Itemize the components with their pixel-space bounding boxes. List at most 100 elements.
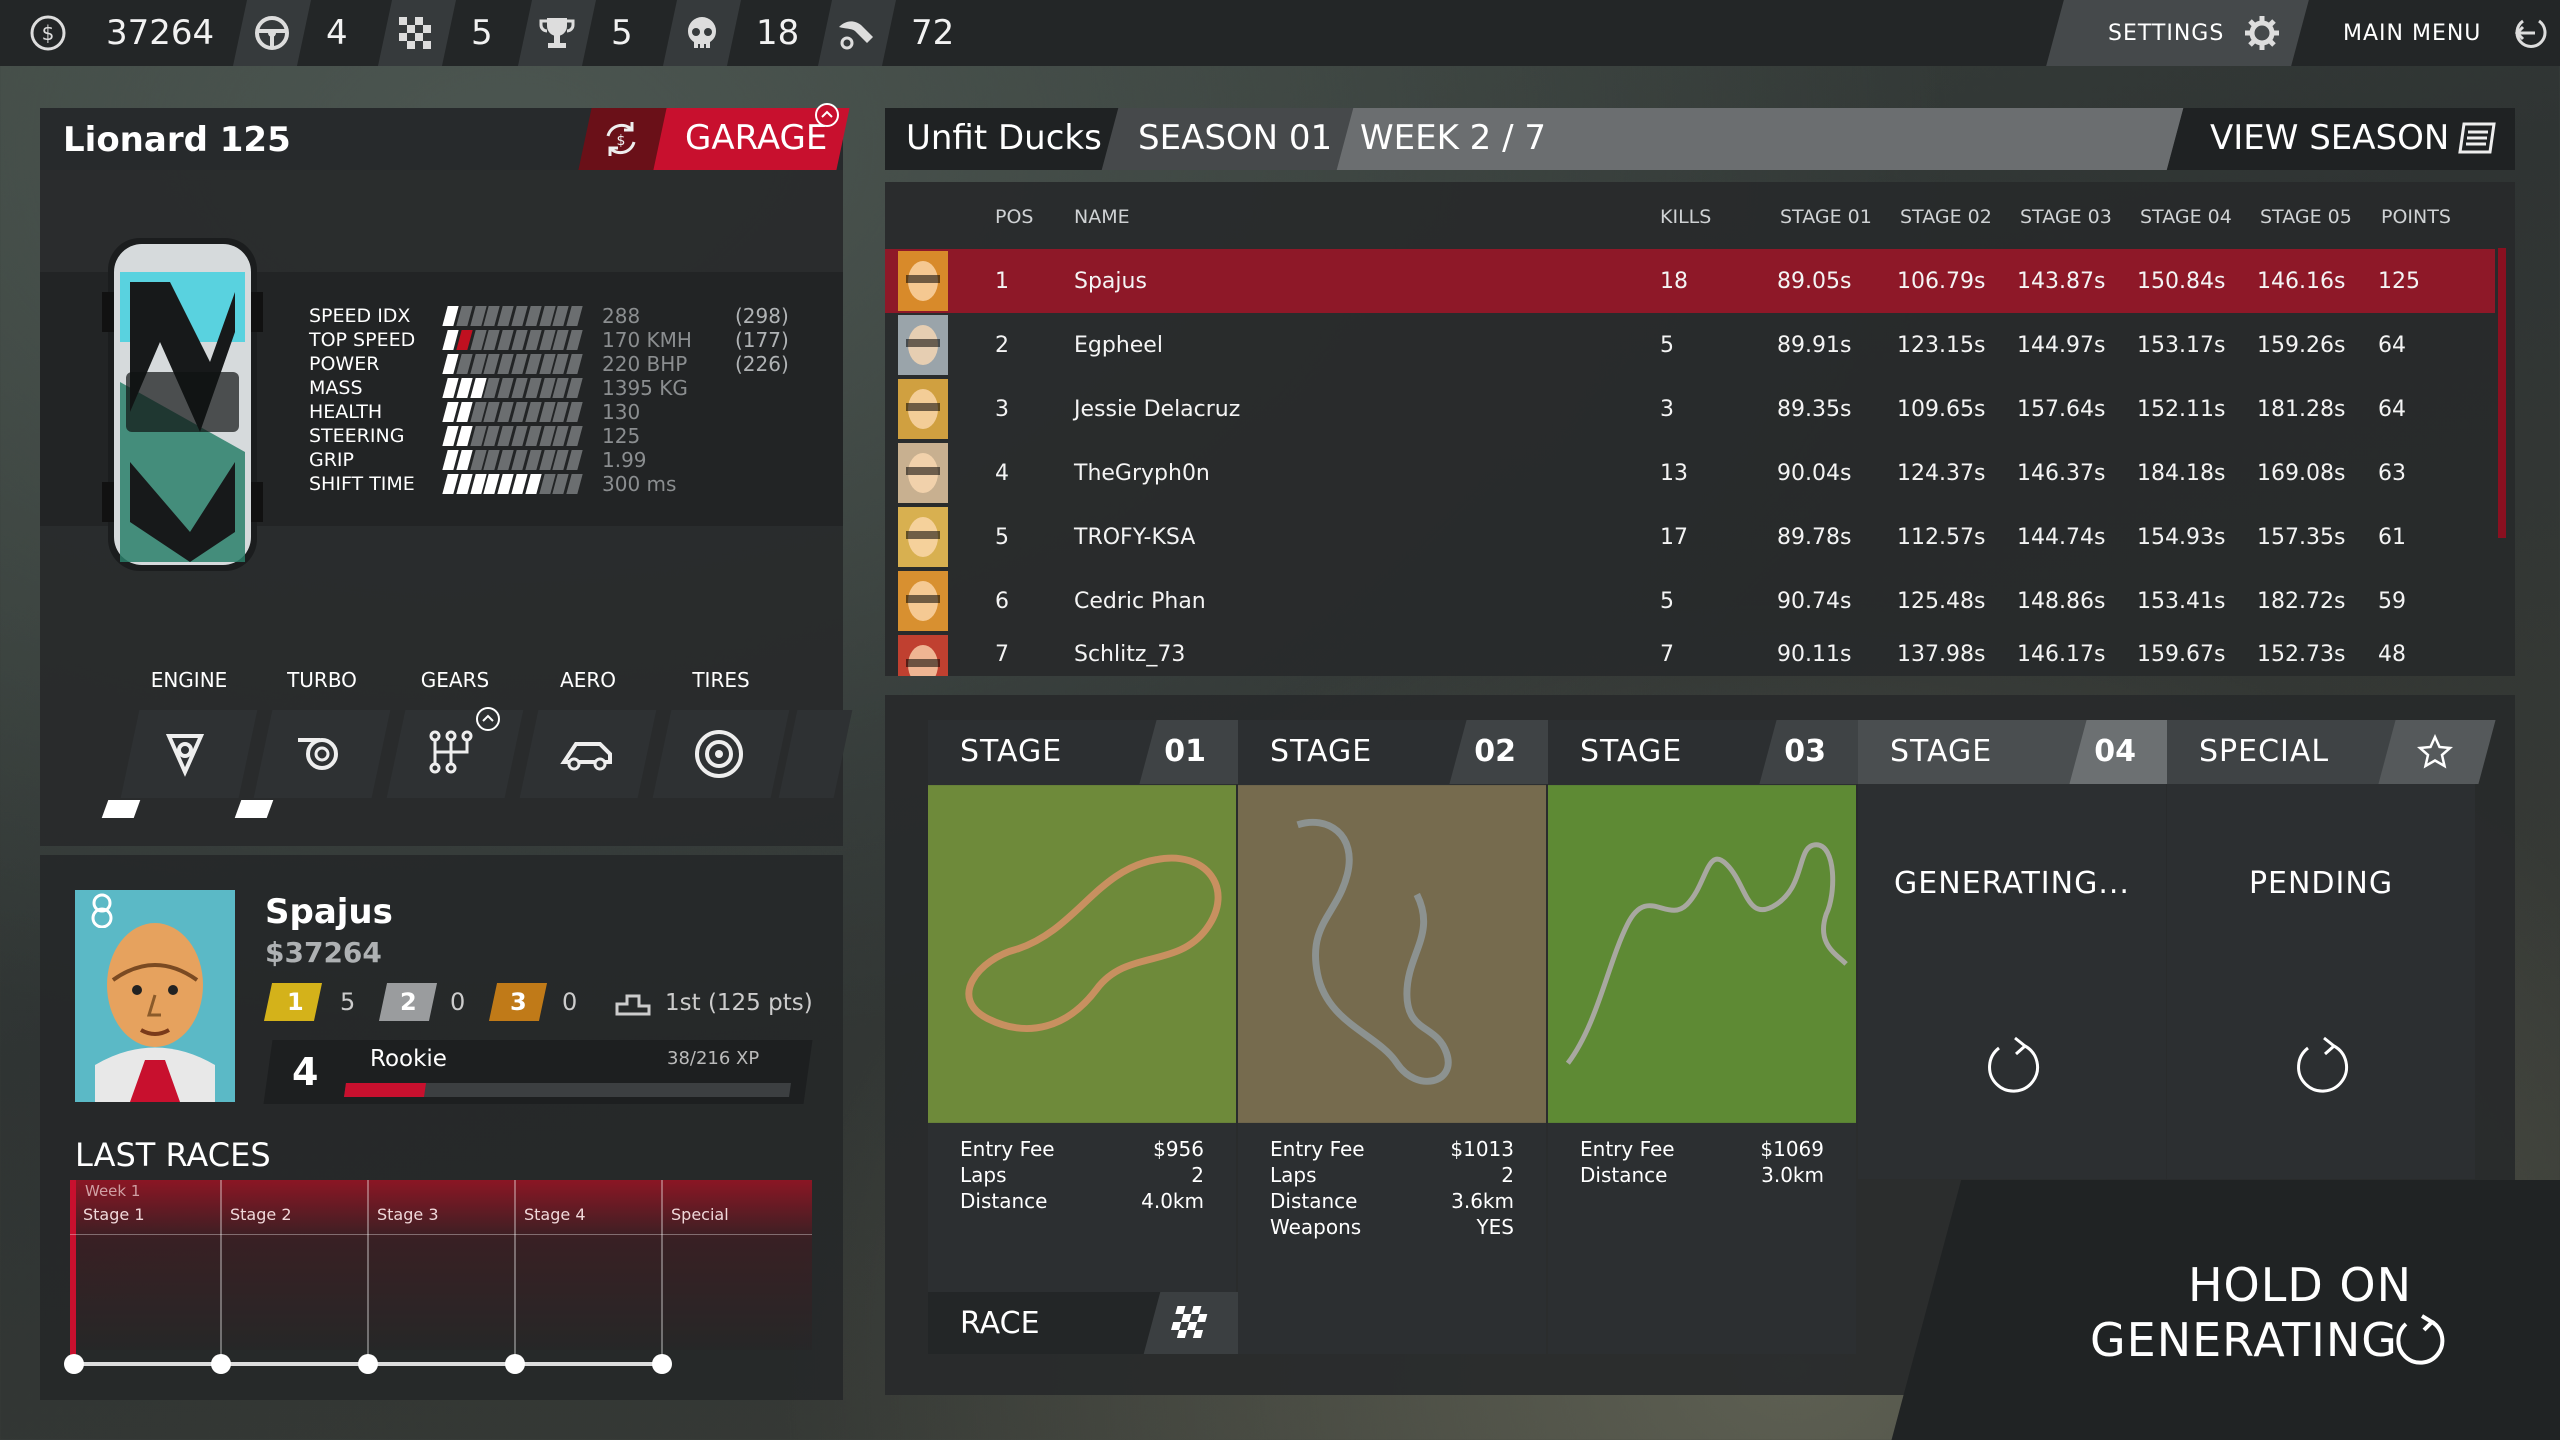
table-row[interactable]: 1 Spajus 18 89.05s 106.79s 143.87s 150.84s 146.… <box>885 249 2495 313</box>
checkered-flag-icon <box>377 0 457 66</box>
stage-info-value: YES <box>1476 1215 1514 1239</box>
column-header-stage-02[interactable]: STAGE 02 <box>1900 206 1992 228</box>
money-value: 37264 <box>106 13 215 53</box>
column-header-kills[interactable]: KILLS <box>1660 206 1711 228</box>
stat-value: 1.99 <box>602 448 647 472</box>
reload-icon <box>1983 1034 2043 1098</box>
cell-s4: 152.11s <box>2137 396 2226 422</box>
stat-bar-segment <box>456 330 473 350</box>
table-row[interactable]: 3 Jessie Delacruz 3 89.35s 109.65s 157.64s 152… <box>885 377 2495 441</box>
column-header-stage-05[interactable]: STAGE 05 <box>2260 206 2352 228</box>
race-label: RACE <box>960 1306 1040 1341</box>
stat-bar-segment <box>525 306 542 326</box>
upgrade-turbo-button[interactable] <box>253 710 391 798</box>
garage-alert-icon <box>814 102 840 132</box>
stage-4-header[interactable]: STAGE 04 <box>1858 720 2187 784</box>
gold-count: 5 <box>340 988 356 1016</box>
last-race-point <box>64 1354 84 1374</box>
races-value: 5 <box>471 13 493 53</box>
cell-name: Egpheel <box>1074 332 1163 358</box>
stage-5-status: PENDING <box>2248 866 2394 901</box>
stat-extra: (298) <box>735 304 789 328</box>
column-header-stage-04[interactable]: STAGE 04 <box>2140 206 2232 228</box>
upgrade-label-engine: ENGINE <box>150 668 228 692</box>
stage-4-status: GENERATING... <box>1894 866 2130 901</box>
driver-level: 4 <box>292 1050 319 1094</box>
stage-title: STAGE <box>960 734 1063 769</box>
cell-name: Jessie Delacruz <box>1074 396 1241 422</box>
stage-5-header[interactable]: SPECIAL <box>2167 720 2496 784</box>
table-scrollbar[interactable] <box>2498 248 2506 538</box>
stage-5-card[interactable]: PENDING <box>2167 784 2475 1179</box>
column-header-stage-03[interactable]: STAGE 03 <box>2020 206 2112 228</box>
car-name: Lionard 125 <box>63 120 291 160</box>
table-row[interactable]: 4 TheGryph0n 13 90.04s 124.37s 146.37s 184.18s… <box>885 441 2495 505</box>
stage-2-header[interactable]: STAGE 02 <box>1238 720 1567 784</box>
cell-s1: 89.91s <box>1777 332 1852 358</box>
stage-1-card[interactable]: Entry Fee $956 Laps 2 Distance 4.0km RACE <box>928 784 1257 1354</box>
race-button[interactable]: RACE <box>928 1292 1257 1354</box>
week-label: Week 1 <box>85 1182 141 1200</box>
xp-bar-fill <box>344 1083 427 1097</box>
column-header-points[interactable]: POINTS <box>2381 206 2451 228</box>
cell-s2: 106.79s <box>1897 268 1986 294</box>
main-menu-button[interactable]: MAIN MENU <box>2343 0 2551 66</box>
upgrade-tires-button[interactable] <box>652 710 790 798</box>
column-header-pos[interactable]: POS <box>995 206 1033 228</box>
cell-kills: 17 <box>1660 524 1688 550</box>
stat-value: 130 <box>602 400 641 424</box>
cell-points: 48 <box>2378 642 2406 667</box>
table-row[interactable]: 5 TROFY-KSA 17 89.78s 112.57s 144.74s 154.93s 1… <box>885 505 2495 569</box>
swap-car-button[interactable]: $ <box>600 118 642 164</box>
column-header-stage-01[interactable]: STAGE 01 <box>1780 206 1872 228</box>
last-race-divider <box>514 1180 516 1365</box>
cell-points: 59 <box>2378 588 2406 614</box>
tires-icon <box>695 730 743 778</box>
cell-name: Spajus <box>1074 268 1147 294</box>
stage-info-value: 2 <box>1191 1163 1204 1187</box>
upgrade-label-tires: TIRES <box>692 668 750 692</box>
stat-value: 125 <box>602 424 641 448</box>
stage-3-card[interactable]: Entry Fee $1069 Distance 3.0km <box>1548 784 1856 1354</box>
last-races-title: LAST RACES <box>75 1136 271 1174</box>
table-row[interactable]: 6 Cedric Phan 5 90.74s 125.48s 148.86s 153.41s… <box>885 569 2495 633</box>
stat-bar-segment <box>525 450 542 470</box>
garage-button[interactable]: GARAGE <box>685 118 827 158</box>
stage-3-header[interactable]: STAGE 03 <box>1548 720 1877 784</box>
cell-s2: 125.48s <box>1897 588 1986 614</box>
column-header-name[interactable]: NAME <box>1074 206 1130 228</box>
player-avatar <box>898 635 948 676</box>
stage-title: SPECIAL <box>2199 734 2330 769</box>
stage-number: 04 <box>2094 734 2136 769</box>
money-stat: $ 37264 <box>12 0 214 66</box>
stage-info-label: Laps <box>1270 1163 1317 1187</box>
table-row[interactable]: 7 Schlitz_73 7 90.11s 137.98s 146.17s 159.67s 1… <box>885 633 2495 676</box>
kills-stat: 18 <box>662 0 799 66</box>
stat-bar-segment <box>525 474 542 494</box>
last-race-point <box>505 1354 525 1374</box>
stage-1-header[interactable]: STAGE 01 <box>928 720 1257 784</box>
settings-label: SETTINGS <box>2108 20 2225 46</box>
table-row[interactable]: 2 Egpheel 5 89.91s 123.15s 144.97s 153.17s 159.… <box>885 313 2495 377</box>
last-race-column-label: Stage 3 <box>377 1205 439 1224</box>
stage-4-card[interactable]: GENERATING... <box>1858 784 2166 1179</box>
upgrade-gears-button[interactable] <box>386 710 524 798</box>
stat-bar <box>442 378 583 398</box>
stat-bar-segment <box>456 426 473 446</box>
cell-s5: 146.16s <box>2257 268 2346 294</box>
upgrade-engine-button[interactable] <box>120 710 258 798</box>
view-season-button[interactable]: VIEW SEASON <box>2210 118 2449 158</box>
trophies-stat: 5 <box>517 0 633 66</box>
stat-bar <box>442 354 583 374</box>
stat-value: 300 ms <box>602 472 677 496</box>
cell-kills: 7 <box>1660 642 1674 667</box>
stat-bar-segment <box>525 426 542 446</box>
last-race-column-label: Stage 4 <box>524 1205 586 1224</box>
settings-button[interactable]: SETTINGS <box>2108 0 2282 66</box>
stage-info-label: Distance <box>960 1189 1048 1213</box>
stage-2-card[interactable]: Entry Fee $1013 Laps 2 Distance 3.6km Weapons Y… <box>1238 784 1546 1354</box>
upgrade-aero-button[interactable] <box>519 710 657 798</box>
stat-label: TOP SPEED <box>309 329 416 351</box>
stat-label: POWER <box>309 353 380 375</box>
refresh-icon <box>2392 1310 2448 1370</box>
